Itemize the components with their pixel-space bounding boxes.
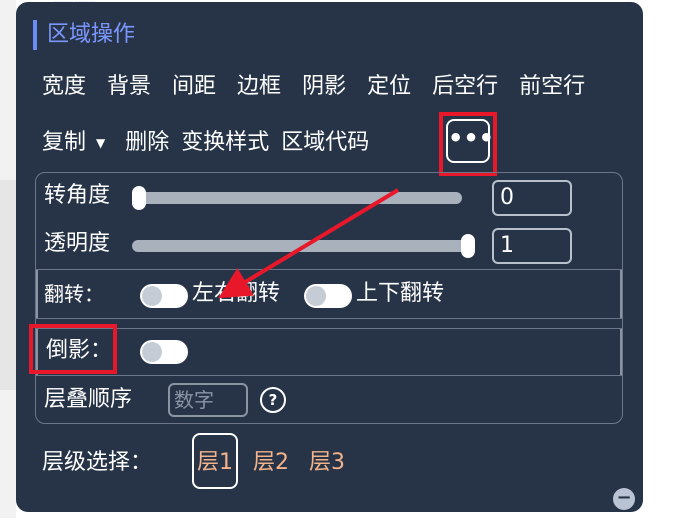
menu-item-background[interactable]: 背景 <box>107 74 151 99</box>
divider <box>36 318 622 319</box>
menu-item-border[interactable]: 边框 <box>237 74 281 99</box>
region-code-button[interactable]: 区域代码 <box>281 128 369 158</box>
zorder-input[interactable]: 数字 <box>168 383 248 417</box>
flip-vertical-label: 上下翻转 <box>356 281 445 306</box>
opacity-slider-handle[interactable] <box>461 234 475 258</box>
style-menu-row: 宽度 背景 间距 边框 阴影 定位 后空行 前空行 <box>42 72 585 102</box>
layer-option-1[interactable]: 层1 <box>197 448 233 478</box>
toggle-knob <box>142 286 162 306</box>
rotate-input[interactable]: 0 <box>492 180 572 216</box>
opacity-slider-track[interactable] <box>132 240 472 252</box>
menu-item-width[interactable]: 宽度 <box>42 74 86 99</box>
highlight-box-more <box>439 112 497 176</box>
divider <box>36 375 622 376</box>
menu-item-position[interactable]: 定位 <box>367 74 411 99</box>
highlight-box-reflection <box>29 324 117 374</box>
rotate-slider-track[interactable] <box>132 192 462 204</box>
opacity-input[interactable]: 1 <box>492 228 572 264</box>
menu-item-before-blank-line[interactable]: 前空行 <box>519 74 585 99</box>
menu-item-spacing[interactable]: 间距 <box>172 74 216 99</box>
layer-option-2[interactable]: 层2 <box>253 448 289 478</box>
copy-label: 复制 <box>42 130 87 155</box>
region-operation-panel: 区域操作 宽度 背景 间距 边框 阴影 定位 后空行 前空行 复制 ▼ 删除 变换样式… <box>16 2 643 512</box>
reflection-section <box>36 329 622 375</box>
toggle-knob <box>306 286 326 306</box>
background-strip <box>0 180 16 390</box>
rotate-slider-handle[interactable] <box>132 186 146 210</box>
caret-down-icon[interactable]: ▼ <box>96 128 105 158</box>
transform-style-button[interactable]: 变换样式 <box>181 128 269 158</box>
layer-option-3[interactable]: 层3 <box>309 448 345 478</box>
minus-circle-icon[interactable]: − <box>613 488 635 510</box>
menu-item-shadow[interactable]: 阴影 <box>302 74 346 99</box>
flip-vertical-toggle[interactable] <box>304 284 352 308</box>
opacity-label: 透明度 <box>44 231 111 256</box>
zorder-label: 层叠顺序 <box>44 387 133 412</box>
rotate-label: 转角度 <box>44 183 111 208</box>
reflection-toggle[interactable] <box>140 340 188 364</box>
flip-horizontal-toggle[interactable] <box>140 284 188 308</box>
panel-title: 区域操作 <box>33 20 135 50</box>
layer-label: 层级选择： <box>42 450 153 475</box>
menu-item-after-blank-line[interactable]: 后空行 <box>432 74 498 99</box>
copy-button[interactable]: 复制 ▼ <box>42 128 113 158</box>
action-menu-row: 复制 ▼ 删除 变换样式 区域代码 <box>42 128 381 158</box>
flip-label: 翻转： <box>44 282 104 306</box>
question-circle-icon[interactable]: ? <box>260 387 286 413</box>
flip-horizontal-label: 左右翻转 <box>192 281 281 306</box>
toggle-knob <box>142 342 162 362</box>
transform-settings-box: 转角度 0 透明度 1 翻转： 左右翻转 上下翻转 倒影： 层叠顺序 数字 ? <box>35 172 623 424</box>
delete-button[interactable]: 删除 <box>125 128 169 158</box>
